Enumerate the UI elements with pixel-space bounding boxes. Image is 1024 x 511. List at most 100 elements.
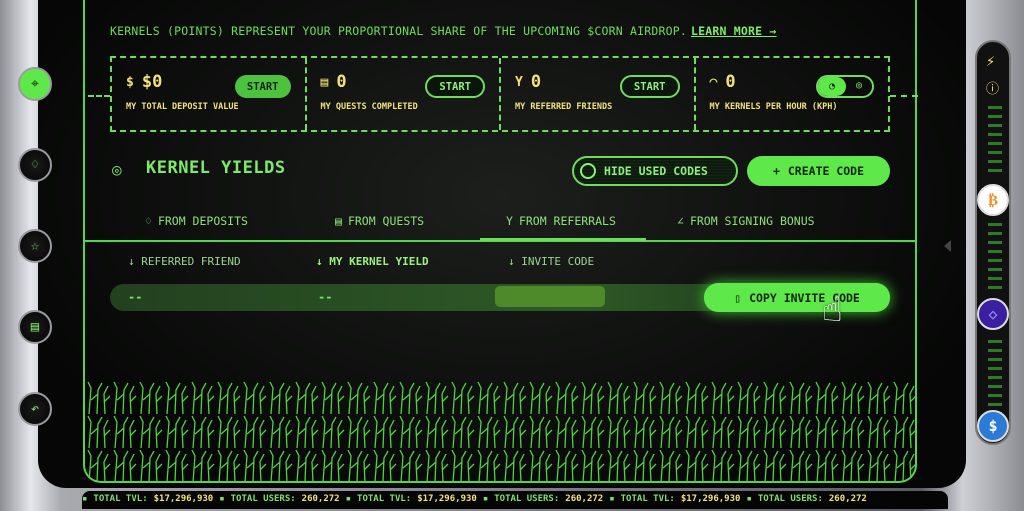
corn-icon: ◎ (112, 160, 122, 179)
rail-segment (988, 115, 1002, 118)
nav-favorites[interactable]: ☆ (18, 229, 52, 263)
rail-segment (988, 142, 1002, 145)
rail-segment (988, 286, 1002, 289)
divider (88, 95, 110, 97)
rail-segment (988, 367, 1002, 370)
rail-segment (988, 250, 1002, 253)
tabs: ♢ FROM DEPOSITS ▤ FROM QUESTS Y FROM REFERR… (83, 206, 917, 242)
ticker-tvl-label: TOTAL TVL: (357, 494, 412, 504)
rail-segment (988, 106, 1002, 109)
tab-referrals[interactable]: Y FROM REFERRALS (480, 214, 646, 241)
rail-segment (988, 133, 1002, 136)
header-kernel-yield[interactable]: ↓ MY KERNEL YIELD (316, 255, 429, 268)
collapse-arrow-icon[interactable] (944, 240, 951, 252)
person-icon: Y (506, 214, 513, 228)
hide-used-label: HIDE USED CODES (604, 164, 708, 178)
ticker-tvl-label: TOTAL TVL: (620, 494, 675, 504)
rail-segment (988, 358, 1002, 361)
scroll-icon: ▤ (335, 214, 342, 228)
gauge-icon: ◔ (818, 77, 846, 96)
plus-icon: + (772, 164, 780, 178)
kph-toggle[interactable]: ◔ ⌾ (816, 75, 874, 98)
notice-text: KERNELS (POINTS) REPRESENT YOUR PROPORTI… (110, 24, 688, 38)
star-icon: ☆ (30, 238, 40, 254)
tab-label: FROM DEPOSITS (157, 214, 248, 228)
pen-icon: ∠ (677, 214, 684, 228)
stat-kph: ◠ 0 MY KERNELS PER HOUR (KPH) ◔ ⌾ (696, 58, 889, 130)
crosshair-icon: ⌖ (31, 76, 39, 92)
stat-quests: ▤ 0 MY QUESTS COMPLETED START (307, 58, 501, 130)
nav-deposits[interactable]: ♢ (18, 148, 52, 182)
scroll-icon: ▤ (320, 74, 329, 90)
create-code-label: CREATE CODE (787, 164, 865, 178)
friend-cell: -- (128, 290, 143, 304)
rail-segment (988, 403, 1002, 406)
usdc-coin-icon[interactable]: $ (977, 410, 1009, 442)
ticker-tvl-label: TOTAL TVL: (93, 494, 148, 504)
stats-ticker: ▪ TOTAL TVL: $17,296,930 ▪ TOTAL USERS: 260,2… (82, 491, 948, 509)
copy-invite-code-button[interactable]: ▯ COPY INVITE CODE (704, 283, 890, 312)
invite-code-cell (495, 286, 605, 307)
ticker-bullet: ▪ (345, 494, 352, 504)
ticker-users: 260,272 (565, 494, 604, 504)
section-title: KERNEL YIELDS (146, 158, 286, 178)
radio-icon (580, 163, 596, 179)
ticker-tvl: $17,296,930 (417, 494, 477, 504)
ticker-users: 260,272 (828, 494, 867, 504)
ticker-bullet: ▪ (609, 494, 615, 504)
copy-icon: ▯ (734, 290, 742, 305)
ticker-bullet: ▪ (82, 494, 88, 504)
referrals-start-button[interactable]: START (619, 75, 680, 98)
tab-signing-bonus[interactable]: ∠ FROM SIGNING BONUS (677, 214, 815, 228)
back-arrow-icon: ↶ (30, 401, 40, 417)
rail-segment (988, 241, 1002, 244)
rail-segment (988, 232, 1002, 235)
create-code-button[interactable]: + CREATE CODE (747, 156, 890, 186)
tab-deposits[interactable]: ♢ FROM DEPOSITS (145, 214, 248, 228)
tab-quests[interactable]: ▤ FROM QUESTS (335, 214, 424, 228)
ticker-users-label: TOTAL USERS: (494, 494, 560, 504)
ticker-bullet: ▪ (482, 494, 489, 504)
nav-back[interactable]: ↶ (18, 392, 52, 426)
rail-segment (988, 349, 1002, 352)
bitcoin-coin-icon[interactable]: ₿ (977, 184, 1009, 216)
nav-crosshair[interactable]: ⌖ (18, 67, 52, 101)
hide-used-codes-toggle[interactable]: HIDE USED CODES (572, 156, 738, 186)
person-icon: Y (515, 74, 523, 90)
lightning-icon[interactable]: ⚡ (986, 52, 995, 70)
divider (890, 95, 918, 97)
rail-segment (988, 277, 1002, 280)
stat-deposit: $ $0 MY TOTAL DEPOSIT VALUE START (112, 58, 307, 130)
table-row: -- -- ▯ COPY INVITE CODE (110, 283, 890, 312)
rail-segment (988, 394, 1002, 397)
stat-value: 0 (336, 72, 347, 92)
eth-coin-icon[interactable]: ◇ (977, 298, 1009, 330)
ticker-bullet: ▪ (746, 494, 752, 504)
stat-label: MY TOTAL DEPOSIT VALUE (126, 102, 239, 112)
learn-more-link[interactable]: LEARN MORE → (691, 24, 776, 38)
header-referred-friend[interactable]: ↓ REFERRED FRIEND (128, 255, 241, 268)
ticker-users-label: TOTAL USERS: (757, 494, 823, 504)
asset-rail: ⚡ ⓘ (975, 40, 1011, 445)
deposit-start-button[interactable]: START (234, 75, 291, 98)
map-pin-icon: ⌾ (855, 81, 863, 92)
tab-label: FROM QUESTS (347, 214, 425, 228)
stat-referrals: Y0 MY REFERRED FRIENDS START (501, 58, 696, 130)
airdrop-notice: KERNELS (POINTS) REPRESENT YOUR PROPORTI… (110, 24, 777, 38)
quests-start-button[interactable]: START (425, 75, 485, 98)
stat-value: 0 (530, 72, 542, 92)
copy-label: COPY INVITE CODE (749, 290, 860, 305)
ticker-tvl: $17,296,930 (153, 494, 214, 504)
stat-value: $0 (141, 72, 163, 92)
stat-value: 0 (725, 72, 736, 92)
rail-segment (988, 385, 1002, 388)
pointer-hand-cursor: ☝ (822, 290, 843, 330)
info-icon[interactable]: ⓘ (986, 78, 999, 97)
rail-segment (988, 169, 1002, 172)
nav-quests[interactable]: ▤ (18, 310, 52, 344)
rail-segment (988, 340, 1002, 343)
yield-cell: -- (318, 290, 333, 304)
tab-label: FROM SIGNING BONUS (689, 214, 815, 228)
rail-segment (988, 160, 1002, 163)
header-invite-code[interactable]: ↓ INVITE CODE (508, 255, 594, 268)
